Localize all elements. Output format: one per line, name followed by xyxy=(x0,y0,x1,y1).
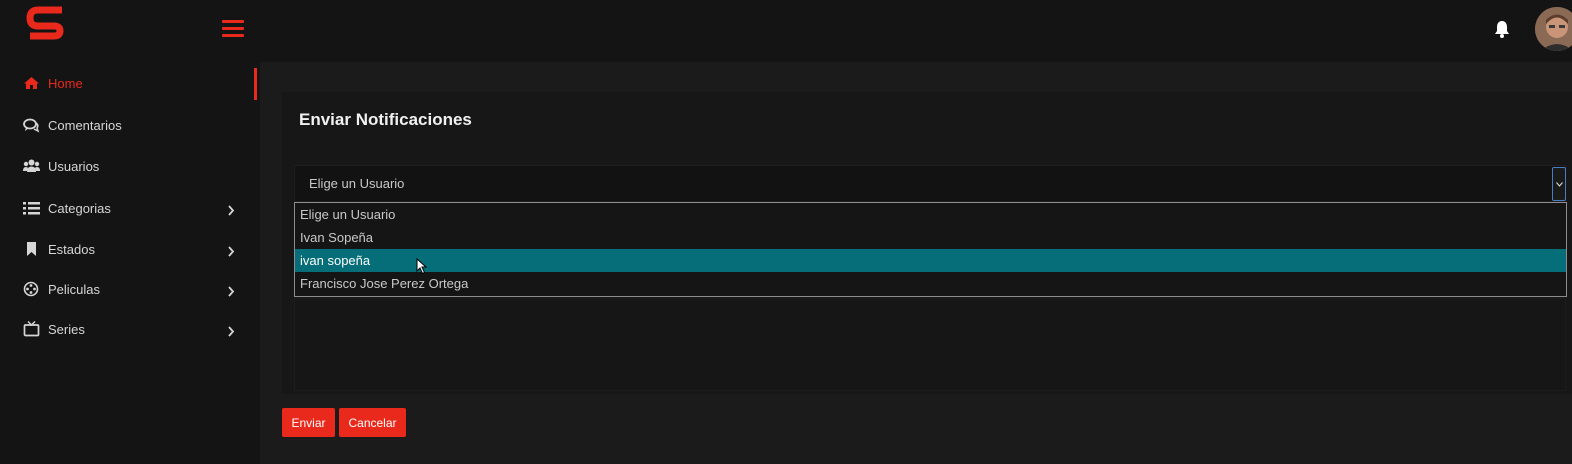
select-option[interactable]: Francisco Jose Perez Ortega xyxy=(295,272,1566,295)
cancel-button[interactable]: Cancelar xyxy=(339,408,406,437)
user-select-dropdown: Elige un Usuario Ivan Sopeña ivan sopeña… xyxy=(294,202,1567,297)
sidebar-item-estados[interactable]: Estados xyxy=(0,232,256,266)
top-bar xyxy=(0,0,1572,62)
select-option[interactable]: Elige un Usuario xyxy=(295,203,1566,226)
chevron-right-icon xyxy=(227,284,235,297)
bookmark-icon xyxy=(23,241,40,257)
comments-icon xyxy=(23,117,40,133)
message-textarea[interactable] xyxy=(294,298,1566,391)
home-icon xyxy=(23,75,40,91)
active-indicator xyxy=(254,68,257,100)
sidebar-item-peliculas[interactable]: Peliculas xyxy=(0,272,256,306)
list-icon xyxy=(23,200,40,216)
sidebar-item-label: Peliculas xyxy=(48,281,101,297)
sidebar-item-label: Estados xyxy=(48,241,95,257)
hamburger-icon[interactable] xyxy=(222,20,244,38)
chevron-right-icon xyxy=(227,324,235,337)
chevron-right-icon xyxy=(227,203,235,216)
sidebar-item-label: Usuarios xyxy=(48,158,100,174)
sidebar-item-series[interactable]: Series xyxy=(0,312,256,346)
mouse-pointer-icon xyxy=(416,257,428,275)
select-option-highlighted[interactable]: ivan sopeña xyxy=(295,249,1566,272)
user-select[interactable] xyxy=(294,165,1566,202)
sidebar-item-home[interactable]: Home xyxy=(0,66,256,100)
sidebar-item-label: Categorias xyxy=(48,200,111,216)
users-icon xyxy=(23,158,40,174)
chevron-right-icon xyxy=(227,244,235,257)
tv-icon xyxy=(23,320,40,337)
film-reel-icon xyxy=(23,281,40,297)
user-select-value: Elige un Usuario xyxy=(309,176,405,191)
sidebar-item-categorias[interactable]: Categorias xyxy=(0,191,256,225)
sidebar-item-comentarios[interactable]: Comentarios xyxy=(0,108,256,142)
sidebar-item-usuarios[interactable]: Usuarios xyxy=(0,149,256,183)
page-title: Enviar Notificaciones xyxy=(299,110,472,129)
s-logo-icon[interactable] xyxy=(26,6,66,44)
chevron-down-icon[interactable] xyxy=(1552,167,1566,201)
sidebar-item-label: Home xyxy=(48,75,83,91)
sidebar-item-label: Comentarios xyxy=(48,117,122,133)
user-avatar[interactable] xyxy=(1535,7,1572,51)
send-button[interactable]: Enviar xyxy=(282,408,335,437)
sidebar-item-label: Series xyxy=(48,321,85,337)
bell-icon[interactable] xyxy=(1494,20,1510,38)
select-option[interactable]: Ivan Sopeña xyxy=(295,226,1566,249)
